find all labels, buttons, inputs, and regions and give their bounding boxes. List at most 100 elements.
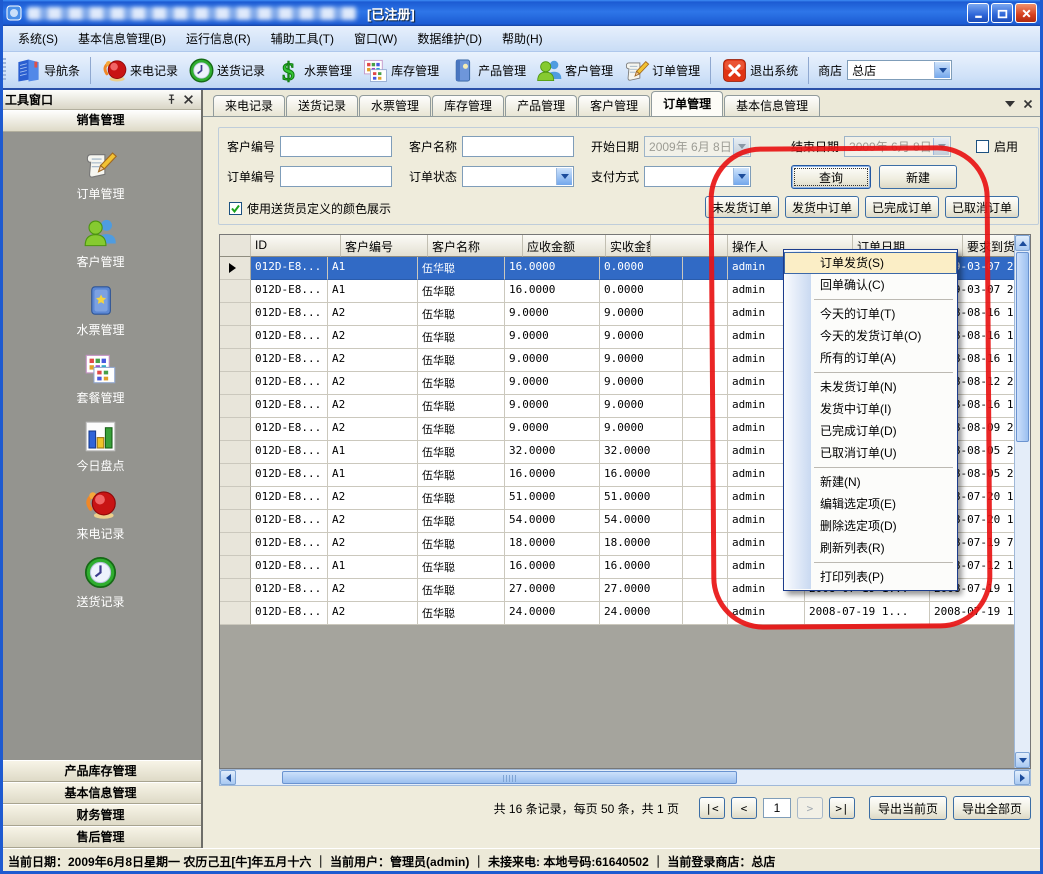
- new-button[interactable]: 新建: [879, 165, 957, 189]
- order-status-filter-button[interactable]: 已取消订单: [945, 196, 1019, 218]
- pin-icon[interactable]: [164, 92, 179, 107]
- tab[interactable]: 基本信息管理: [724, 95, 820, 116]
- menu-item[interactable]: 帮助(H): [492, 26, 553, 51]
- vertical-scrollbar[interactable]: [1014, 235, 1030, 768]
- last-page-button[interactable]: >|: [829, 797, 855, 819]
- enable-date-checkbox[interactable]: [976, 140, 989, 153]
- toolbar-button[interactable]: $ 水票管理: [270, 54, 357, 87]
- tab[interactable]: 送货记录: [286, 95, 358, 116]
- chevron-down-icon[interactable]: [1005, 101, 1015, 112]
- context-menu-item[interactable]: 刷新列表(R): [784, 537, 957, 559]
- toolbar-button[interactable]: 送货记录: [183, 54, 270, 87]
- toolbar-button[interactable]: 退出系统: [716, 54, 803, 87]
- customer-name-input[interactable]: [462, 136, 574, 157]
- pay-method-select[interactable]: [644, 166, 751, 187]
- next-page-button[interactable]: >: [797, 797, 823, 819]
- sidebar-section[interactable]: 产品库存管理: [0, 760, 201, 782]
- sidebar-section[interactable]: 财务管理: [0, 804, 201, 826]
- scroll-left-icon[interactable]: [220, 770, 236, 785]
- scroll-right-icon[interactable]: [1014, 770, 1030, 785]
- delivery-color-checkbox[interactable]: [229, 202, 242, 215]
- tab[interactable]: 库存管理: [432, 95, 504, 116]
- prev-page-button[interactable]: <: [731, 797, 757, 819]
- query-button[interactable]: 查询: [791, 165, 871, 189]
- context-menu-item[interactable]: 订单发货(S): [784, 252, 957, 274]
- column-header[interactable]: 客户编号: [341, 235, 428, 257]
- context-menu-item[interactable]: 已取消订单(U): [784, 442, 957, 464]
- export-all-pages-button[interactable]: 导出全部页: [953, 796, 1031, 820]
- sidebar-item[interactable]: 送货记录: [0, 555, 201, 610]
- column-header[interactable]: 应收金额: [523, 235, 606, 257]
- sidebar-section[interactable]: 基本信息管理: [0, 782, 201, 804]
- first-page-button[interactable]: |<: [699, 797, 725, 819]
- close-icon[interactable]: [1023, 98, 1033, 112]
- vertical-scroll-thumb[interactable]: [1016, 252, 1029, 442]
- column-header[interactable]: 实收金额: [606, 235, 651, 257]
- sidebar-item[interactable]: 水票管理: [0, 283, 201, 338]
- toolbar-button[interactable]: 订单管理: [618, 54, 705, 87]
- chevron-down-icon[interactable]: [934, 62, 950, 78]
- order-code-input[interactable]: [280, 166, 392, 187]
- minimize-button[interactable]: [967, 3, 989, 23]
- toolbar-button[interactable]: 产品管理: [444, 54, 531, 87]
- sidebar-item[interactable]: 今日盘点: [0, 419, 201, 474]
- end-date-picker[interactable]: 2009年 6月 8日: [844, 136, 951, 157]
- context-menu-item[interactable]: 未发货订单(N): [784, 376, 957, 398]
- context-menu-item[interactable]: 编辑选定项(E): [784, 493, 957, 515]
- toolbar-button[interactable]: 库存管理: [357, 54, 444, 87]
- cell-receivable: 16.0000: [505, 464, 600, 487]
- start-date-picker[interactable]: 2009年 6月 8日: [644, 136, 751, 157]
- tab[interactable]: 产品管理: [505, 95, 577, 116]
- close-button[interactable]: [1015, 3, 1037, 23]
- chevron-down-icon[interactable]: [733, 168, 749, 185]
- table-row[interactable]: 012D-E8... A2 伍华聪 24.0000 24.0000 admin …: [220, 602, 1030, 625]
- context-menu-item[interactable]: 删除选定项(D): [784, 515, 957, 537]
- sidebar-item[interactable]: 套餐管理: [0, 351, 201, 406]
- export-current-page-button[interactable]: 导出当前页: [869, 796, 947, 820]
- close-icon[interactable]: [181, 92, 196, 107]
- toolbar-button[interactable]: 导航条: [10, 54, 85, 87]
- menu-item[interactable]: 系统(S): [8, 26, 68, 51]
- context-menu-item[interactable]: 新建(N): [784, 471, 957, 493]
- menu-item[interactable]: 运行信息(R): [176, 26, 261, 51]
- sidebar-section[interactable]: 售后管理: [0, 826, 201, 848]
- scroll-down-icon[interactable]: [1015, 752, 1030, 768]
- tab[interactable]: 来电记录: [213, 95, 285, 116]
- menu-item[interactable]: 窗口(W): [344, 26, 407, 51]
- context-menu-item[interactable]: 今天的发货订单(O): [784, 325, 957, 347]
- column-header[interactable]: [651, 235, 728, 257]
- horizontal-scrollbar[interactable]: [219, 769, 1031, 786]
- page-number-input[interactable]: [763, 798, 791, 818]
- context-menu-item[interactable]: 回单确认(C): [784, 274, 957, 296]
- customer-code-input[interactable]: [280, 136, 392, 157]
- order-status-select[interactable]: [462, 166, 574, 187]
- column-header[interactable]: ID: [251, 235, 341, 257]
- toolbar-button[interactable]: 客户管理: [531, 54, 618, 87]
- toolbar-button[interactable]: 来电记录: [96, 54, 183, 87]
- maximize-button[interactable]: [991, 3, 1013, 23]
- menu-item[interactable]: 基本信息管理(B): [68, 26, 176, 51]
- column-header[interactable]: 客户名称: [428, 235, 523, 257]
- sidebar-section-sales[interactable]: 销售管理: [0, 110, 201, 132]
- tab[interactable]: 订单管理: [651, 91, 723, 116]
- order-status-filter-button[interactable]: 未发货订单: [705, 196, 779, 218]
- order-status-filter-button[interactable]: 发货中订单: [785, 196, 859, 218]
- cell-id: 012D-E8...: [251, 303, 328, 326]
- context-menu-item[interactable]: 打印列表(P): [784, 566, 957, 588]
- sidebar-item[interactable]: 客户管理: [0, 215, 201, 270]
- context-menu-item[interactable]: 发货中订单(I): [784, 398, 957, 420]
- chevron-down-icon[interactable]: [556, 168, 572, 185]
- order-status-filter-button[interactable]: 已完成订单: [865, 196, 939, 218]
- tab[interactable]: 水票管理: [359, 95, 431, 116]
- scroll-up-icon[interactable]: [1015, 235, 1030, 251]
- tab[interactable]: 客户管理: [578, 95, 650, 116]
- context-menu-item[interactable]: 今天的订单(T): [784, 303, 957, 325]
- horizontal-scroll-thumb[interactable]: [282, 771, 737, 784]
- context-menu-item[interactable]: 所有的订单(A): [784, 347, 957, 369]
- shop-select[interactable]: 总店: [847, 60, 952, 80]
- sidebar-item[interactable]: 来电记录: [0, 487, 201, 542]
- sidebar-item[interactable]: 订单管理: [0, 147, 201, 202]
- context-menu-item[interactable]: 已完成订单(D): [784, 420, 957, 442]
- menu-item[interactable]: 数据维护(D): [407, 26, 492, 51]
- menu-item[interactable]: 辅助工具(T): [261, 26, 344, 51]
